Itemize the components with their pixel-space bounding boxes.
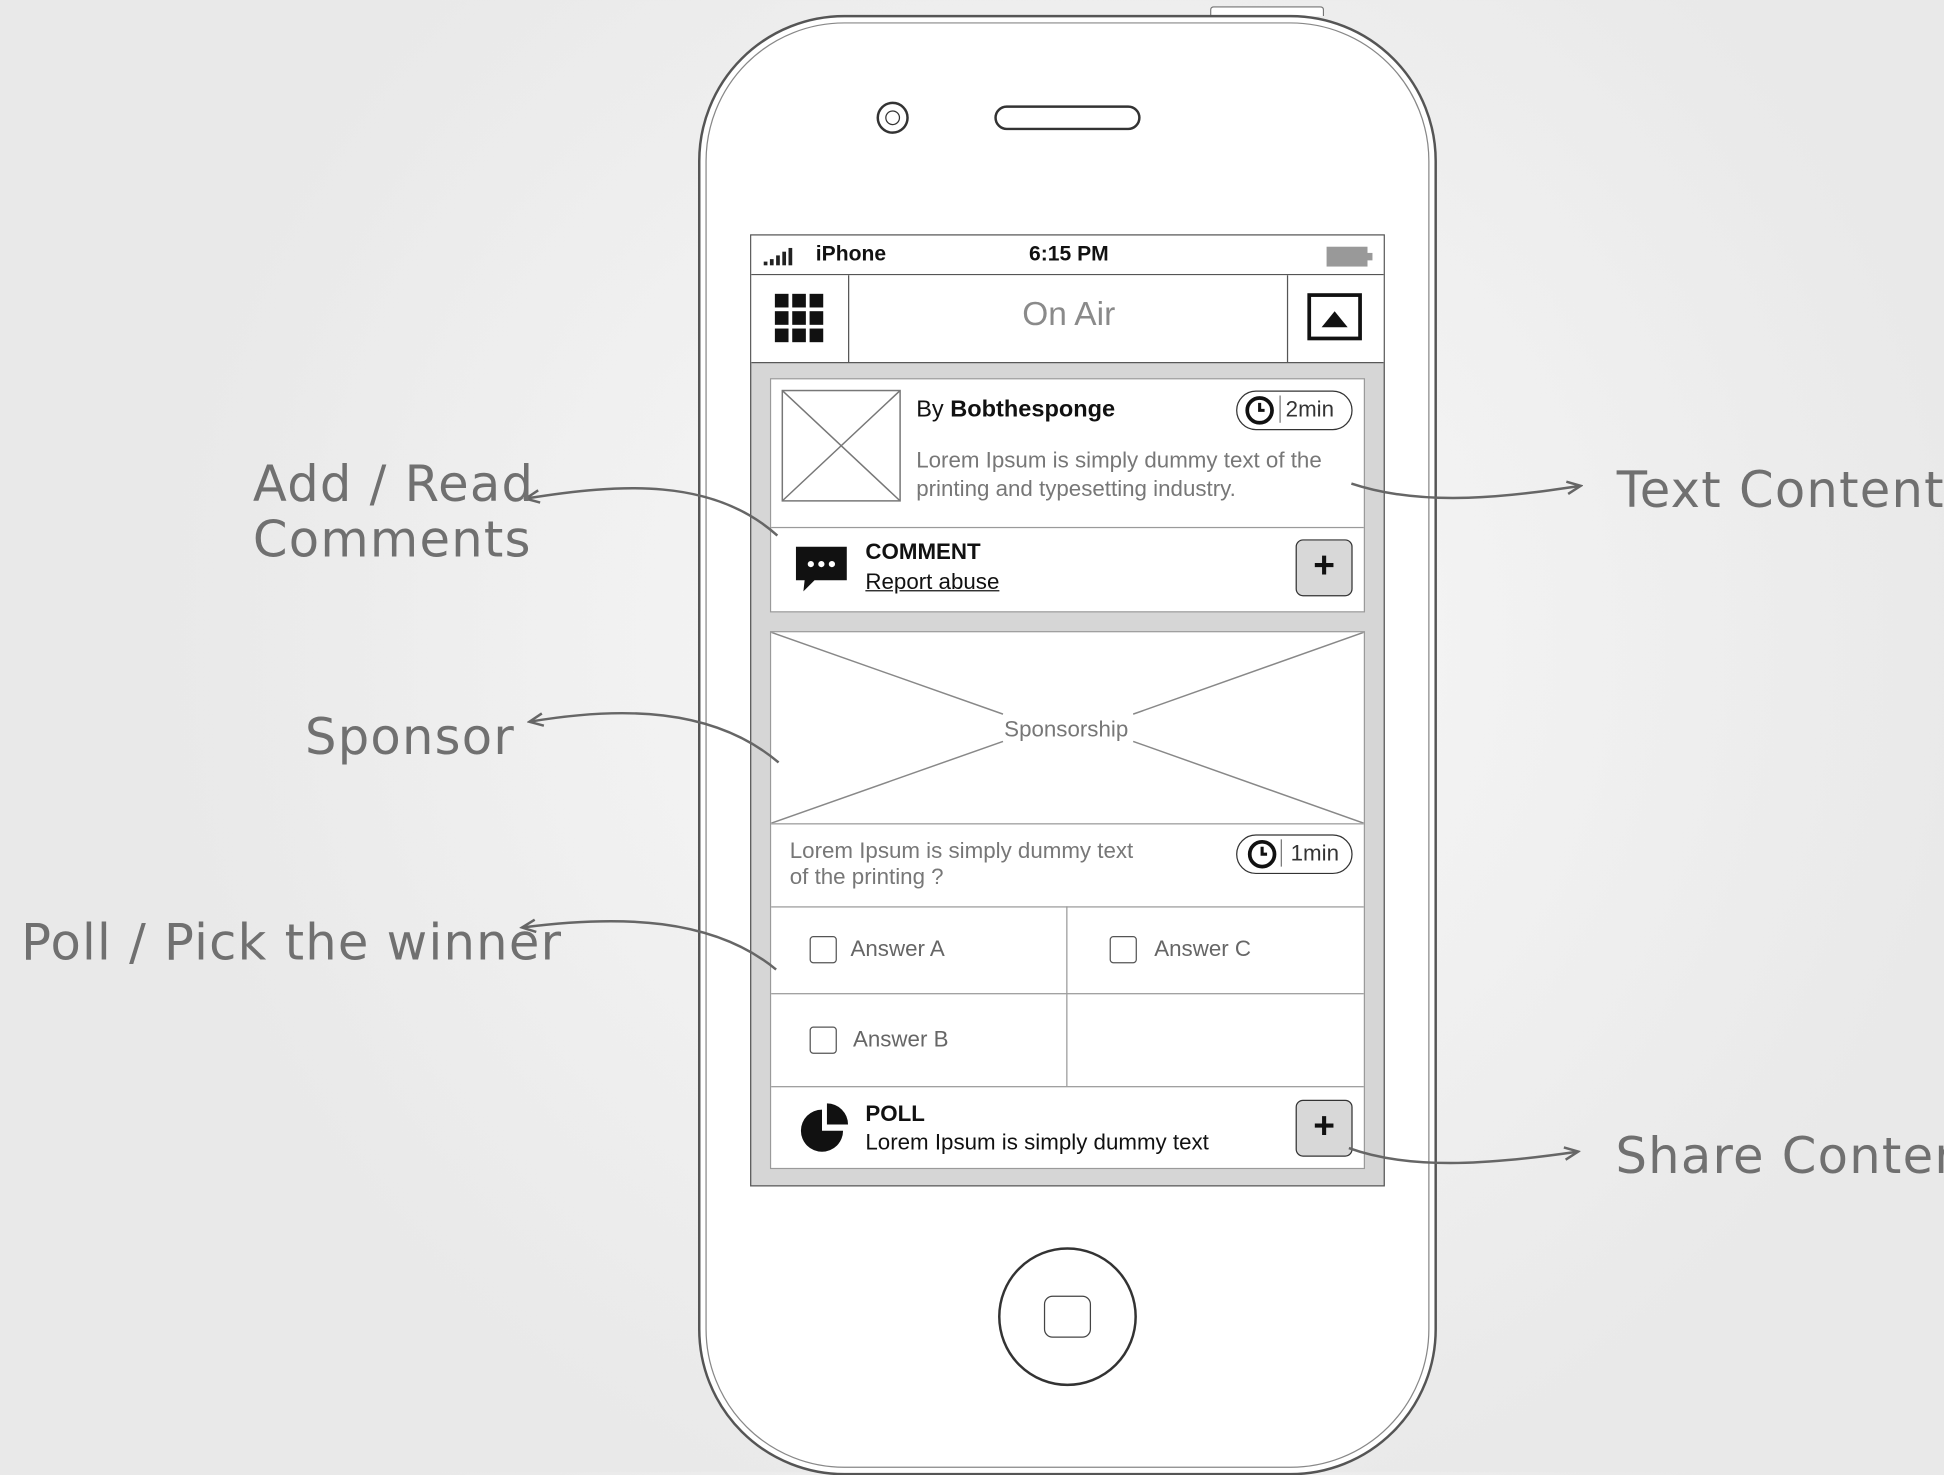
annotation-poll: Poll / Pick the winner [21,914,563,973]
annotation-comments-line1: Add / Read [252,456,535,514]
annotation-sponsor: Sponsor [304,709,515,767]
annotation-comments-line2: Comments [252,512,532,570]
annotation-share-content: Share Content [1615,1128,1944,1186]
annotation-arrows [0,0,1944,1165]
annotation-text-content: Text Content [1616,462,1944,520]
